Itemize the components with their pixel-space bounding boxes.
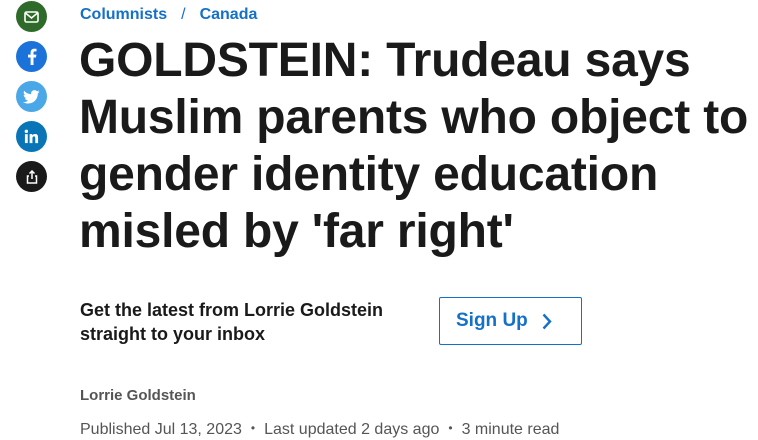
share-rail: [16, 1, 48, 201]
breadcrumb-separator: /: [181, 6, 186, 23]
breadcrumb: Columnists / Canada: [80, 6, 257, 24]
facebook-icon: [27, 48, 36, 65]
linkedin-icon: [24, 129, 39, 144]
newsletter-prompt: Get the latest from Lorrie Goldstein str…: [80, 300, 384, 344]
breadcrumb-columnists-link[interactable]: Columnists: [80, 6, 167, 23]
share-button[interactable]: [16, 161, 47, 192]
twitter-share-button[interactable]: [16, 81, 47, 112]
meta-separator: •: [250, 421, 256, 435]
article-meta: Published Jul 13, 2023 • Last updated 2 da…: [80, 421, 559, 439]
read-time: 3 minute read: [461, 421, 560, 438]
author-name[interactable]: Lorrie Goldstein: [80, 387, 196, 404]
facebook-share-button[interactable]: [16, 41, 47, 72]
email-icon: [24, 10, 39, 23]
linkedin-share-button[interactable]: [16, 121, 47, 152]
chevron-right-icon: [542, 313, 552, 330]
meta-separator: •: [448, 421, 453, 435]
updated-date: Last updated 2 days ago: [264, 421, 440, 438]
share-icon: [26, 169, 37, 184]
sign-up-label: Sign Up: [456, 310, 528, 331]
sign-up-button[interactable]: Sign Up: [439, 297, 582, 345]
article-headline: GOLDSTEIN: Trudeau says Muslim parents w…: [79, 34, 749, 258]
twitter-icon: [23, 89, 40, 104]
breadcrumb-canada-link[interactable]: Canada: [200, 6, 258, 23]
published-date: Published Jul 13, 2023: [80, 421, 242, 438]
email-share-button[interactable]: [16, 1, 47, 32]
